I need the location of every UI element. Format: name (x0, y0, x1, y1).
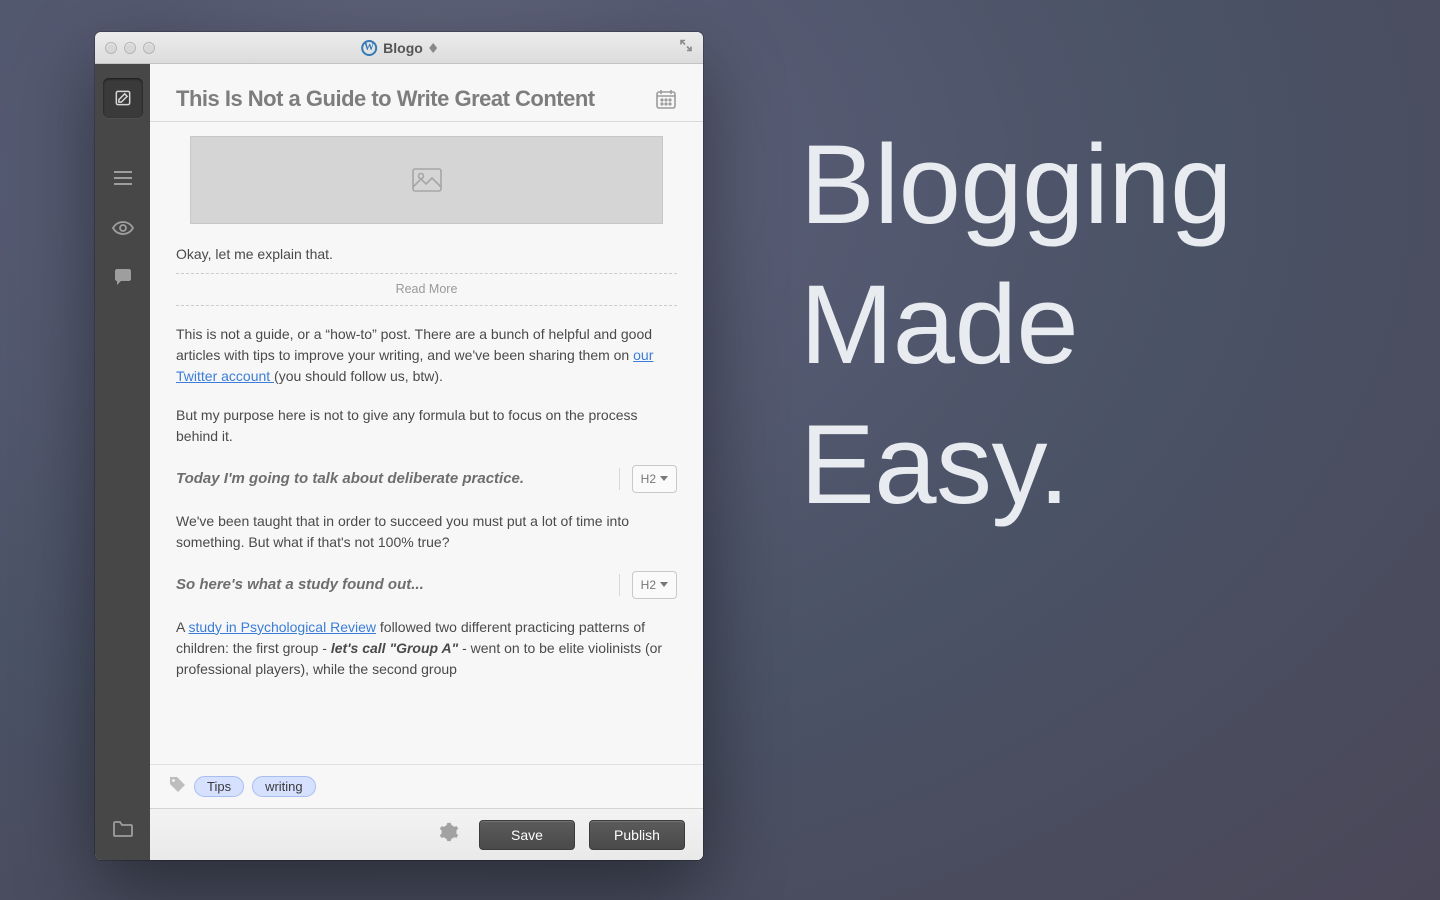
heading-level-selector[interactable]: H2 (632, 465, 677, 493)
app-window: W Blogo (95, 32, 703, 860)
editor-footer: Save Publish (150, 808, 703, 860)
study-link[interactable]: study in Psychological Review (188, 619, 376, 635)
drafts-folder-button[interactable] (113, 821, 133, 842)
preview-button[interactable] (108, 213, 138, 243)
tagline-line: Made (800, 255, 1232, 395)
editor-pane: This Is Not a Guide to Write Great Conte… (150, 64, 703, 860)
featured-image-placeholder[interactable] (190, 136, 663, 224)
schedule-button[interactable] (655, 88, 677, 115)
tagline-line: Blogging (800, 115, 1232, 255)
comments-button[interactable] (108, 263, 138, 293)
close-window-button[interactable] (105, 42, 117, 54)
tag-pill[interactable]: Tips (194, 776, 244, 797)
read-more-divider[interactable]: Read More (176, 274, 677, 306)
minimize-window-button[interactable] (124, 42, 136, 54)
tag-icon (168, 775, 186, 798)
post-paragraph: A study in Psychological Review followed… (176, 617, 677, 680)
post-heading: So here's what a study found out... (176, 574, 607, 597)
posts-list-button[interactable] (108, 163, 138, 193)
post-paragraph: This is not a guide, or a “how-to” post.… (176, 324, 677, 387)
post-paragraph: We've been taught that in order to succe… (176, 511, 677, 553)
blog-switcher[interactable]: W Blogo (361, 40, 437, 56)
wordpress-icon: W (361, 40, 377, 56)
tagline-line: Easy. (800, 395, 1232, 535)
tag-pill[interactable]: writing (252, 776, 316, 797)
compose-button[interactable] (103, 78, 143, 118)
app-title: Blogo (383, 40, 423, 56)
chevron-down-icon (660, 476, 668, 481)
heading-level-selector[interactable]: H2 (632, 571, 677, 599)
marketing-tagline: Blogging Made Easy. (800, 115, 1232, 535)
zoom-window-button[interactable] (143, 42, 155, 54)
post-title-input[interactable]: This Is Not a Guide to Write Great Conte… (176, 86, 595, 112)
tags-bar[interactable]: Tips writing (150, 764, 703, 808)
fullscreen-button[interactable] (679, 38, 693, 57)
settings-button[interactable] (439, 822, 459, 847)
publish-button[interactable]: Publish (589, 820, 685, 850)
traffic-lights (105, 42, 155, 54)
window-titlebar: W Blogo (95, 32, 703, 64)
sidebar (95, 64, 150, 860)
post-paragraph: But my purpose here is not to give any f… (176, 405, 677, 447)
updown-arrows-icon (429, 43, 437, 53)
chevron-down-icon (660, 582, 668, 587)
post-intro: Okay, let me explain that. (176, 244, 677, 274)
post-heading: Today I'm going to talk about deliberate… (176, 468, 607, 491)
post-body-editor[interactable]: Okay, let me explain that. Read More Thi… (150, 122, 703, 764)
save-button[interactable]: Save (479, 820, 575, 850)
